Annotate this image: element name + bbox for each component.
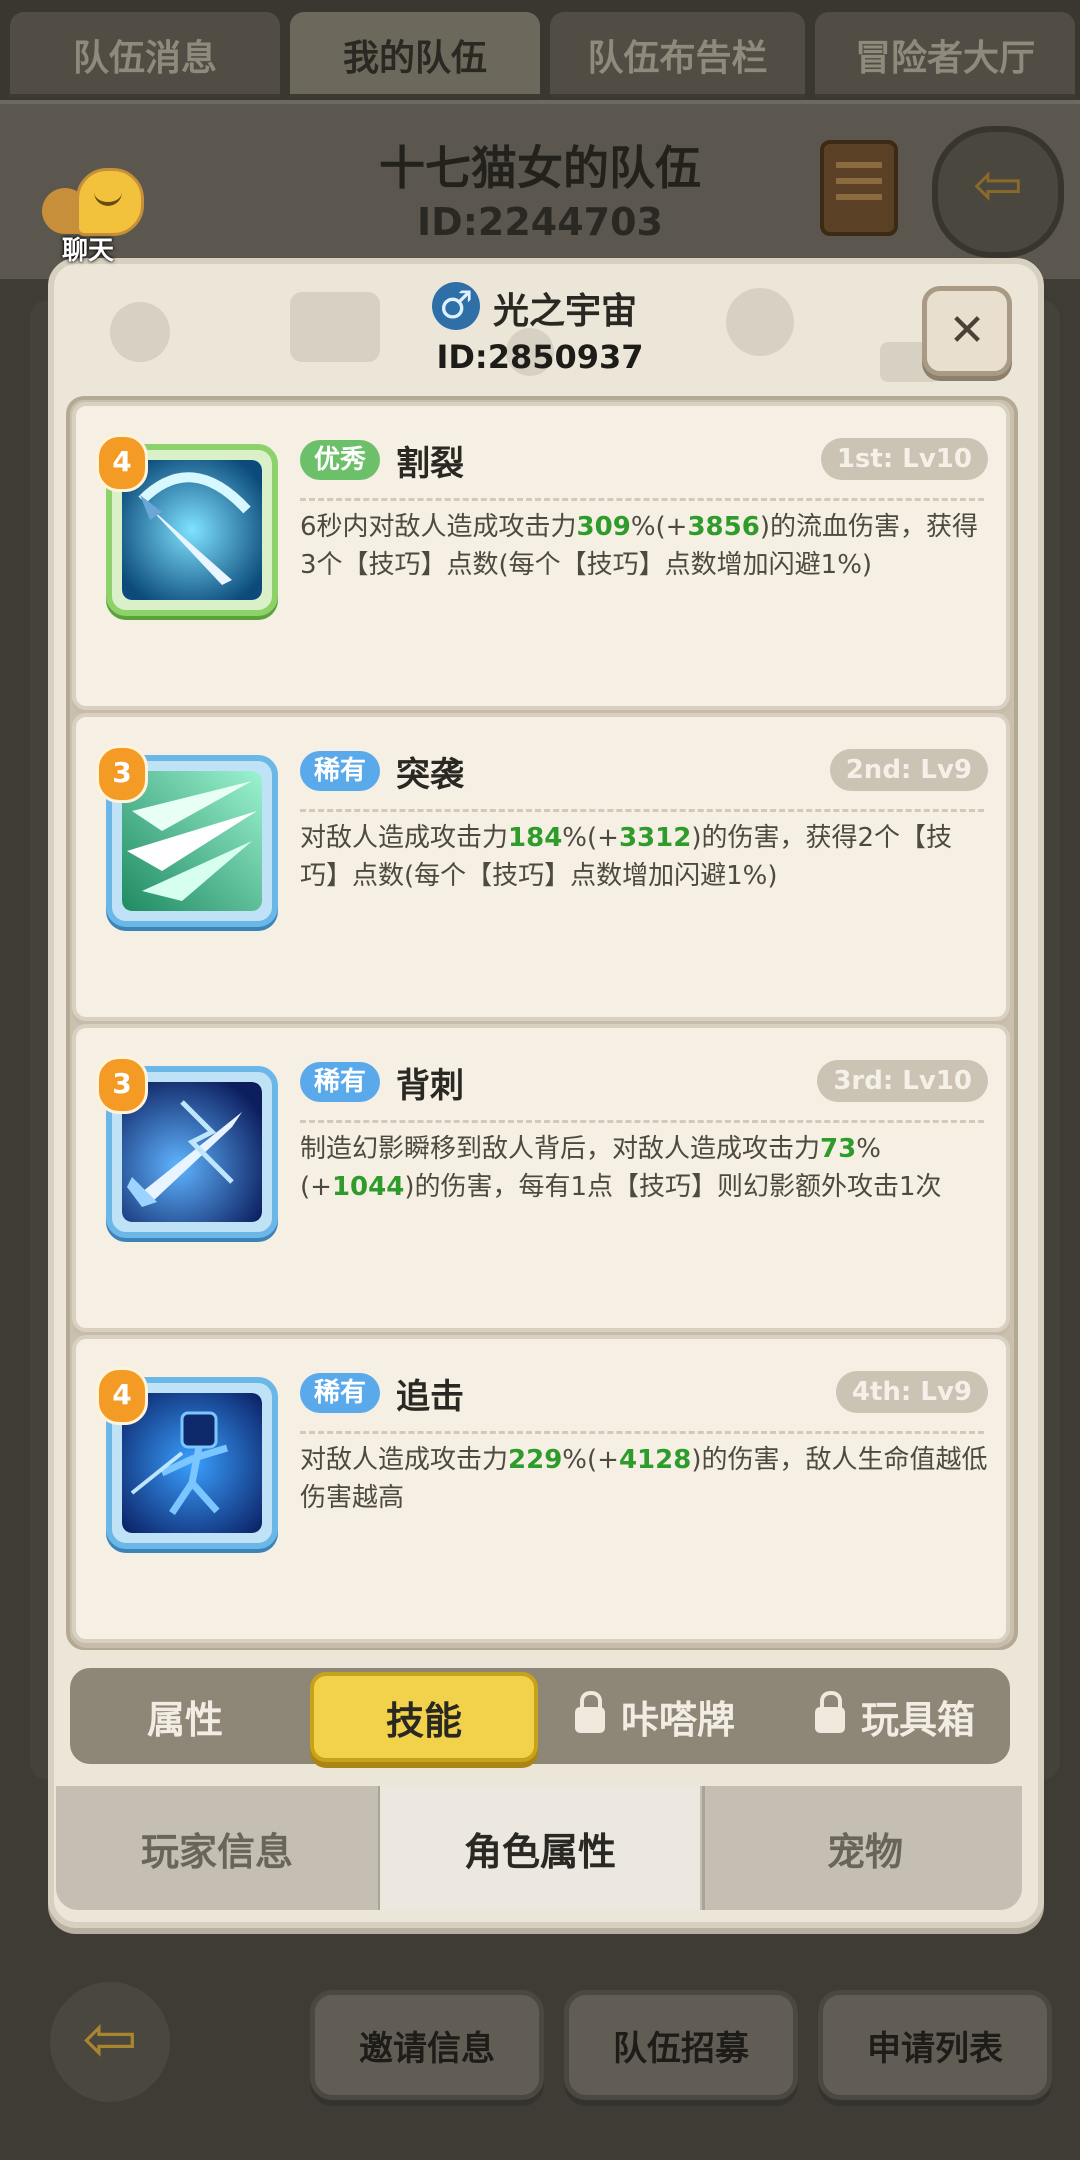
rarity-badge: 稀有 (300, 751, 381, 791)
team-recruit-button[interactable]: 队伍招募 (564, 1990, 798, 2100)
exit-team-button[interactable] (932, 126, 1064, 258)
tab-team-board[interactable]: 队伍布告栏 (550, 12, 805, 98)
player-id: ID:2850937 (436, 338, 644, 376)
skill-level-badge: 4 (96, 1367, 148, 1425)
skill-card[interactable]: 4 稀有 追击 4th: Lv9 对敌人造成攻击力229%(+4128)的伤害，… (72, 1335, 1010, 1643)
skill-level-badge: 3 (96, 1056, 148, 1114)
divider (300, 1431, 984, 1434)
player-name: 光之宇宙 (492, 291, 637, 332)
detail-sub-tabs: 属性 技能 咔嗒牌 玩具箱 (70, 1668, 1010, 1764)
skill-name: 突袭 (396, 755, 464, 795)
tab-player-info[interactable]: 玩家信息 (56, 1786, 381, 1910)
rarity-badge: 稀有 (300, 1373, 381, 1413)
top-tab-bar: 队伍消息 我的队伍 队伍布告栏 冒险者大厅 (0, 0, 1080, 100)
lock-icon (574, 1691, 605, 1733)
sub-tab-attributes[interactable]: 属性 (70, 1668, 300, 1764)
sub-tab-skills[interactable]: 技能 (310, 1672, 538, 1762)
application-list-button[interactable]: 申请列表 (818, 1990, 1052, 2100)
invite-info-button[interactable]: 邀请信息 (310, 1990, 544, 2100)
divider (300, 809, 984, 812)
divider (300, 1120, 984, 1123)
skill-level-badge: 4 (96, 434, 148, 492)
skill-slot-badge: 1st: Lv10 (820, 438, 988, 480)
skill-name: 割裂 (396, 444, 464, 484)
team-name: 十七猫女的队伍 (379, 141, 701, 195)
skill-card[interactable]: 4 优秀 割裂 1st: Lv10 6秒内对敌人造成攻击力309%(+3856)… (72, 402, 1010, 710)
skill-description: 制造幻影瞬移到敌人背后，对敌人造成攻击力73%(+1044)的伤害，每有1点【技… (300, 1134, 942, 1202)
close-button[interactable] (922, 286, 1012, 376)
skill-name: 追击 (396, 1377, 464, 1417)
skill-card[interactable]: 3 稀有 背刺 3rd: Lv10 制造幻影瞬移到敌人背后，对敌人造成攻击力73… (72, 1024, 1010, 1332)
team-id: ID:2244703 (417, 200, 663, 244)
rarity-badge: 稀有 (300, 1062, 381, 1102)
sub-tab-card[interactable]: 咔嗒牌 (540, 1668, 770, 1764)
skill-slot-badge: 4th: Lv9 (835, 1371, 988, 1413)
tab-my-team[interactable]: 我的队伍 (290, 12, 540, 98)
skill-description: 6秒内对敌人造成攻击力309%(+3856)的流血伤害，获得3个【技巧】点数(每… (300, 512, 978, 580)
chat-label: 聊天 (61, 236, 114, 266)
skill-level-badge: 3 (96, 745, 148, 803)
back-button[interactable] (50, 1982, 170, 2102)
tab-pet[interactable]: 宠物 (702, 1786, 1025, 1910)
tab-character-attributes[interactable]: 角色属性 (380, 1786, 700, 1910)
skill-slot-badge: 2nd: Lv9 (829, 749, 988, 791)
scroll-icon[interactable] (820, 140, 898, 236)
skill-slot-badge: 3rd: Lv10 (817, 1060, 988, 1102)
divider (300, 498, 984, 501)
skill-description: 对敌人造成攻击力184%(+3312)的伤害，获得2个【技巧】点数(每个【技巧】… (300, 823, 952, 891)
skill-name: 背刺 (396, 1066, 464, 1106)
skill-description: 对敌人造成攻击力229%(+4128)的伤害，敌人生命值越低伤害越高 (300, 1445, 988, 1513)
skill-card[interactable]: 3 稀有 突袭 2nd: Lv9 对敌人造成攻击力184%(+3312)的伤害，… (72, 713, 1010, 1021)
bottom-tab-bar: 玩家信息 角色属性 宠物 (56, 1786, 1022, 1910)
lock-icon (814, 1691, 845, 1733)
rarity-badge: 优秀 (300, 440, 381, 480)
sub-tab-toybox[interactable]: 玩具箱 (780, 1668, 1010, 1764)
tab-adventurer-hall[interactable]: 冒险者大厅 (815, 12, 1075, 98)
chat-button[interactable]: 聊天 (38, 168, 148, 266)
tab-team-messages[interactable]: 队伍消息 (10, 12, 280, 98)
